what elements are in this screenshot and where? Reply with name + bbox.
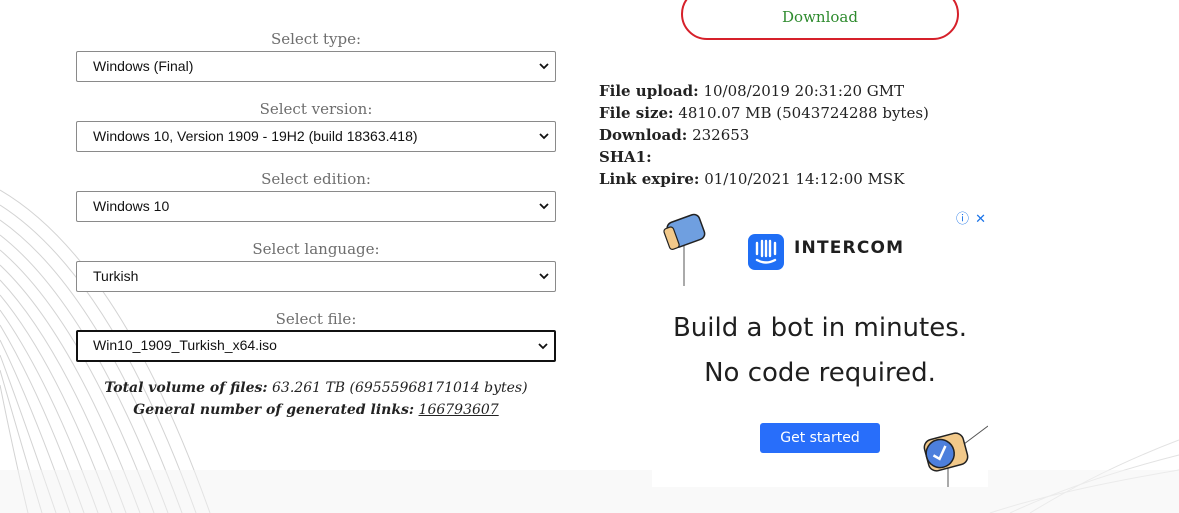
generated-links-line: General number of generated links: 16679… (76, 402, 556, 418)
ad-controls: ⓘ ✕ (954, 208, 986, 227)
download-count-row: Download: 232653 (599, 124, 929, 146)
ad-headline-line2: No code required. (704, 358, 936, 388)
select-edition-value: Windows 10 (93, 198, 170, 214)
sha1-row: SHA1: (599, 146, 929, 168)
select-version-dropdown[interactable]: Windows 10, Version 1909 - 19H2 (build 1… (76, 121, 556, 152)
file-size-label: File size: (599, 104, 674, 122)
sha1-label: SHA1: (599, 148, 652, 166)
select-type-dropdown[interactable]: Windows (Final) (76, 51, 556, 82)
file-size-value: 4810.07 MB (5043724288 bytes) (678, 104, 929, 122)
ad-info-icon[interactable]: ⓘ (956, 212, 969, 227)
select-edition-dropdown[interactable]: Windows 10 (76, 191, 556, 222)
ad-close-icon[interactable]: ✕ (975, 212, 986, 227)
ad-headline-line1: Build a bot in minutes. (672, 313, 968, 343)
get-started-button[interactable]: Get started (760, 423, 880, 453)
select-language-value: Turkish (93, 268, 139, 284)
chevron-down-icon (539, 203, 549, 210)
link-expire-row: Link expire: 01/10/2021 14:12:00 MSK (599, 168, 929, 190)
select-file-value: Win10_1909_Turkish_x64.iso (93, 337, 277, 353)
total-volume-value: 63.261 TB (69555968171014 bytes) (272, 380, 528, 396)
chevron-down-icon (538, 343, 548, 350)
select-type-label: Select type: (270, 30, 362, 48)
select-version-label: Select version: (259, 100, 373, 118)
chevron-down-icon (539, 63, 549, 70)
select-type-value: Windows (Final) (93, 58, 194, 74)
select-language-dropdown[interactable]: Turkish (76, 261, 556, 292)
generated-links-label: General number of generated links: (133, 402, 415, 418)
generated-links-value[interactable]: 166793607 (419, 402, 499, 418)
select-file-dropdown[interactable]: Win10_1909_Turkish_x64.iso (76, 330, 556, 362)
ad-headline: Build a bot in minutes. No code required… (652, 306, 988, 396)
file-size-row: File size: 4810.07 MB (5043724288 bytes) (599, 102, 929, 124)
download-count-label: Download: (599, 126, 688, 144)
file-upload-label: File upload: (599, 82, 699, 100)
select-file-label: Select file: (275, 310, 357, 328)
select-language-label: Select language: (252, 240, 380, 258)
intercom-ad[interactable]: ⓘ ✕ INTERCOM Build a bot in minutes. No … (652, 206, 988, 487)
total-volume-label: Total volume of files: (104, 380, 268, 396)
file-upload-value: 10/08/2019 20:31:20 GMT (703, 82, 905, 100)
download-count-value: 232653 (692, 126, 750, 144)
ad-brand-name: INTERCOM (794, 238, 905, 258)
link-expire-label: Link expire: (599, 170, 700, 188)
chatbot-illustration-icon (663, 213, 706, 286)
chevron-down-icon (539, 133, 549, 140)
download-button[interactable]: Download (681, 0, 959, 40)
checkmark-badge-icon (923, 425, 988, 487)
file-upload-row: File upload: 10/08/2019 20:31:20 GMT (599, 80, 929, 102)
link-expire-value: 01/10/2021 14:12:00 MSK (704, 170, 905, 188)
select-version-value: Windows 10, Version 1909 - 19H2 (build 1… (93, 128, 418, 144)
intercom-logo-icon (748, 234, 784, 270)
total-volume-line: Total volume of files: 63.261 TB (695559… (76, 380, 556, 396)
select-edition-label: Select edition: (261, 170, 371, 188)
file-info: File upload: 10/08/2019 20:31:20 GMT Fil… (599, 80, 929, 190)
chevron-down-icon (539, 273, 549, 280)
